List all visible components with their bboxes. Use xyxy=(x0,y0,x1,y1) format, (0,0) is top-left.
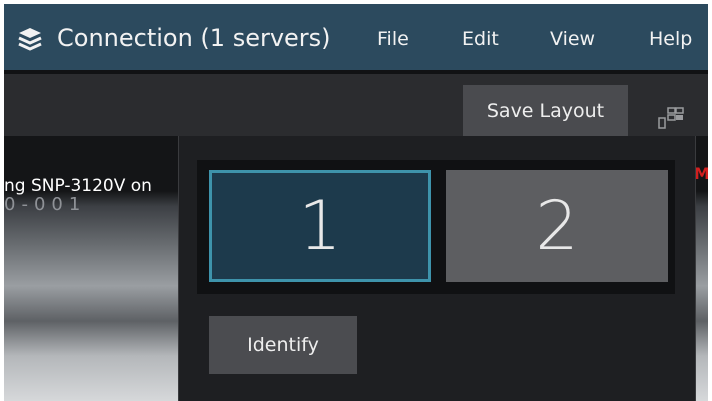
camera-overlay-text: 0-001 xyxy=(4,194,87,215)
menu-edit[interactable]: Edit xyxy=(462,22,499,56)
menu-help[interactable]: Help xyxy=(649,22,692,56)
monitor-1-tile[interactable]: 1 xyxy=(209,170,431,282)
monitor-layout-icon[interactable] xyxy=(656,106,686,130)
monitor-strip: 1 2 xyxy=(197,160,675,294)
toolbar: Save Layout xyxy=(4,74,708,136)
save-layout-button[interactable]: Save Layout xyxy=(463,85,628,136)
window-title: Connection (1 servers) xyxy=(57,24,331,52)
monitor-2-tile[interactable]: 2 xyxy=(446,170,668,282)
title-bar: Connection (1 servers) File Edit View He… xyxy=(4,4,708,70)
app-window: Connection (1 servers) File Edit View He… xyxy=(4,4,708,401)
identify-button[interactable]: Identify xyxy=(209,316,357,374)
recording-indicator: M xyxy=(694,164,708,183)
menu-file[interactable]: File xyxy=(377,22,409,56)
menu-view[interactable]: View xyxy=(550,22,595,56)
stack-layers-icon xyxy=(18,28,42,51)
monitor-identify-popup: 1 2 Identify xyxy=(178,136,696,401)
camera-label: ng SNP-3120V on xyxy=(4,176,152,196)
